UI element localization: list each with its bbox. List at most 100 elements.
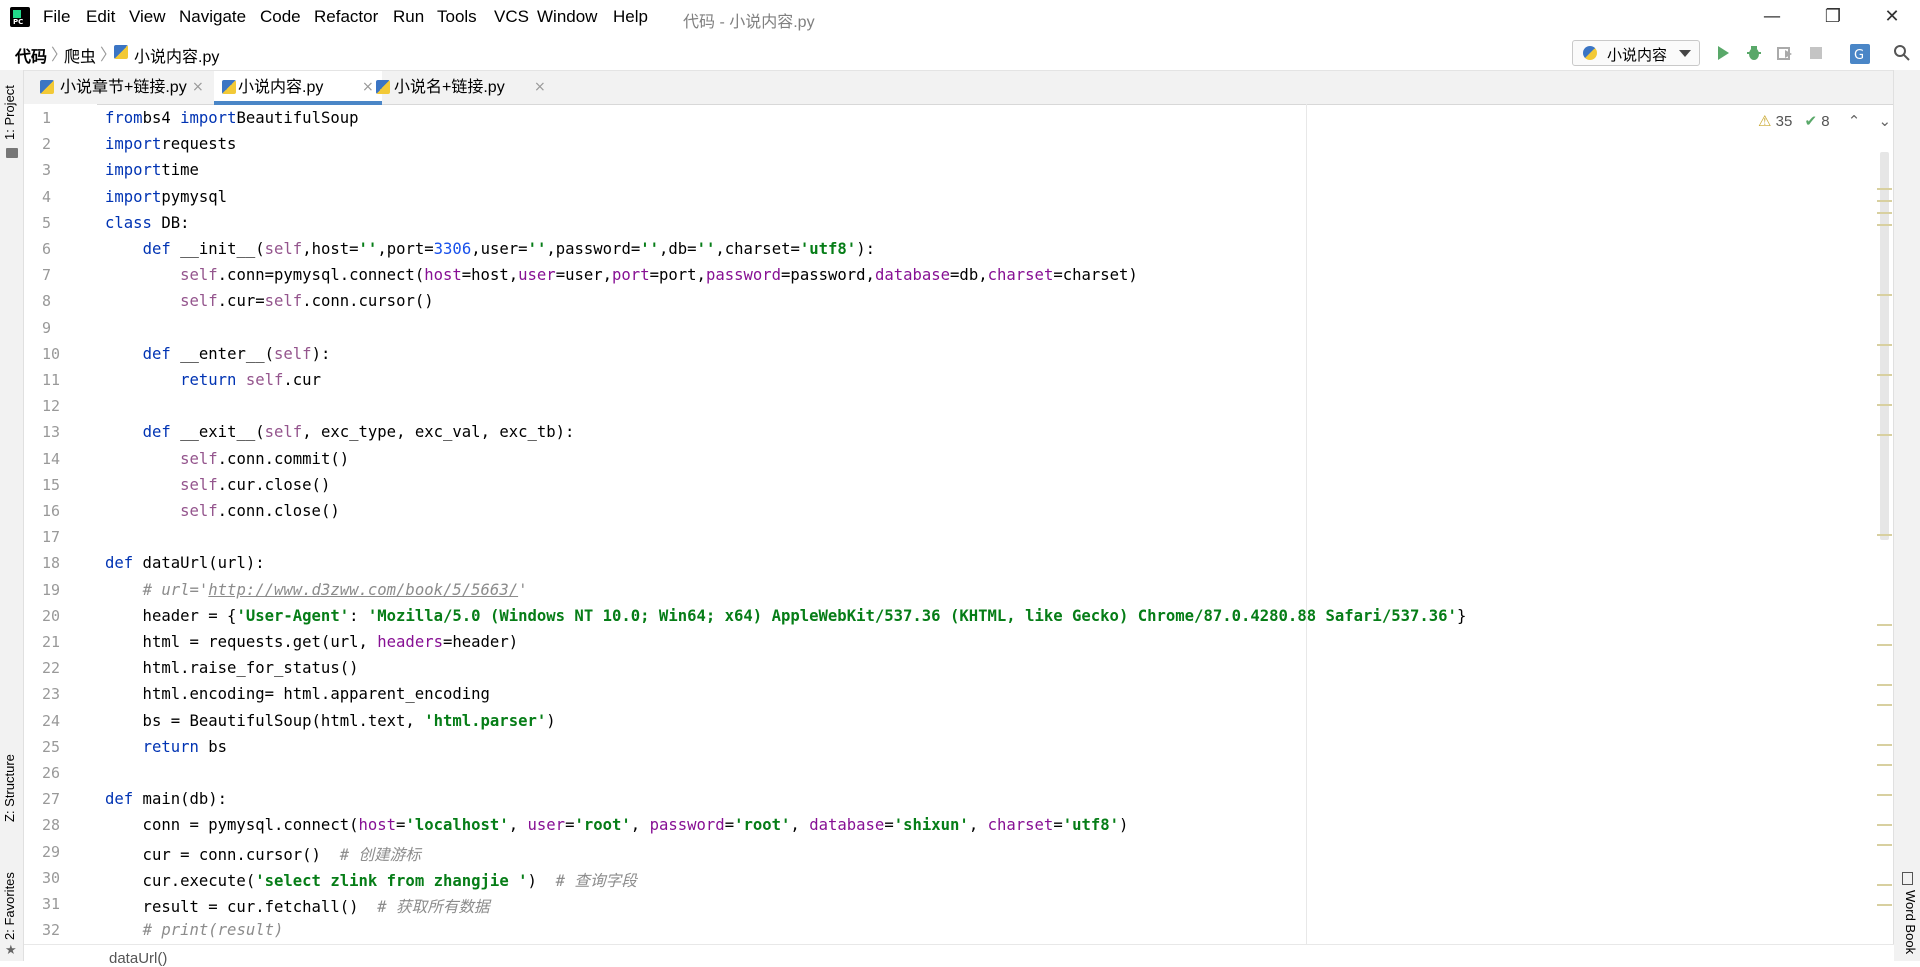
warning-stripe-mark[interactable] <box>1877 374 1892 376</box>
code-token: charset <box>987 266 1054 285</box>
restore-button[interactable]: ❐ <box>1813 4 1853 30</box>
code-line: return self.cur <box>105 371 321 389</box>
code-token: self <box>180 502 218 520</box>
menu-edit[interactable]: Edit <box>86 7 115 27</box>
debug-icon[interactable] <box>1745 44 1763 62</box>
word-book-tool-button[interactable]: Word Book <box>1903 890 1918 954</box>
run-icon[interactable] <box>1714 44 1732 62</box>
code-token: , exc_type, exc_val, exc_tb): <box>302 423 575 442</box>
function-breadcrumb[interactable]: dataUrl() <box>109 950 167 967</box>
menu-window[interactable]: Window <box>537 7 597 27</box>
code-line: html.encoding= html.apparent_encoding <box>105 685 490 703</box>
translate-icon[interactable]: G <box>1850 44 1870 64</box>
project-tool-button[interactable]: 1: Project <box>2 85 17 140</box>
warning-stripe-mark[interactable] <box>1877 644 1892 646</box>
code-token: .conn.cursor() <box>302 292 434 311</box>
code-line: def __init__(self,host='',port=3306,user… <box>105 240 875 258</box>
run-configuration-select[interactable]: 小说内容 <box>1572 40 1700 66</box>
warning-stripe-mark[interactable] <box>1877 794 1892 796</box>
code-token: 'shixun' <box>893 816 969 835</box>
line-number: 5 <box>42 213 52 232</box>
warning-stripe-mark[interactable] <box>1877 212 1892 214</box>
line-number: 15 <box>42 475 61 494</box>
menu-tools[interactable]: Tools <box>437 7 477 27</box>
code-token: database <box>874 266 951 285</box>
minimize-button[interactable]: — <box>1752 4 1792 30</box>
menu-run[interactable]: Run <box>393 7 424 27</box>
warning-stripe-mark[interactable] <box>1877 704 1892 706</box>
python-file-icon <box>114 45 128 59</box>
warning-stripe-mark[interactable] <box>1877 188 1892 190</box>
warning-icon: ⚠ <box>1758 113 1772 130</box>
run-with-coverage-icon[interactable] <box>1776 44 1794 62</box>
code-token: =user, <box>555 266 613 285</box>
warning-stripe-mark[interactable] <box>1877 684 1892 686</box>
tab-novel-name-links[interactable]: 小说名+链接.py × <box>372 71 546 104</box>
warning-stripe-mark[interactable] <box>1877 904 1892 906</box>
error-stripe <box>1875 104 1892 944</box>
search-icon[interactable] <box>1893 44 1911 62</box>
previous-highlight-icon[interactable]: ⌃ <box>1848 113 1861 130</box>
code-line: result = cur.fetchall() # 获取所有数据 <box>105 895 490 917</box>
code-token: =port, <box>649 266 706 285</box>
warning-stripe-mark[interactable] <box>1877 344 1892 346</box>
menu-refactor[interactable]: Refactor <box>314 7 378 27</box>
menu-navigate[interactable]: Navigate <box>179 7 246 27</box>
warning-stripe-mark[interactable] <box>1877 534 1892 536</box>
code-token: '' <box>358 240 378 258</box>
favorites-tool-button[interactable]: 2: Favorites <box>2 872 17 940</box>
warning-stripe-mark[interactable] <box>1877 764 1892 766</box>
structure-tool-button[interactable]: Z: Structure <box>2 754 17 822</box>
warning-stripe-mark[interactable] <box>1877 844 1892 846</box>
code-token: 'select zlink from zhangjie ' <box>255 871 528 890</box>
code-token: = <box>1053 816 1063 835</box>
menu-view[interactable]: View <box>129 7 166 27</box>
close-tab-icon[interactable]: × <box>534 71 546 104</box>
tab-chapter-links[interactable]: 小说章节+链接.py × <box>40 71 208 104</box>
python-file-icon <box>376 80 390 94</box>
code-token: ,password= <box>546 240 641 258</box>
warning-stripe-mark[interactable] <box>1877 434 1892 436</box>
warning-stripe-mark[interactable] <box>1877 200 1892 202</box>
code-token: ,db= <box>659 240 697 258</box>
window-title: 代码 - 小说内容.py <box>683 14 815 31</box>
warning-stripe-mark[interactable] <box>1877 824 1892 826</box>
menu-file[interactable]: File <box>43 7 70 27</box>
code-token: self <box>180 449 218 468</box>
breadcrumb-project[interactable]: 代码 <box>15 43 47 67</box>
code-token: 'utf8' <box>1062 816 1120 835</box>
run-configuration-label: 小说内容 <box>1607 47 1668 64</box>
code-token: def <box>105 790 134 809</box>
warning-stripe-mark[interactable] <box>1877 404 1892 406</box>
breadcrumb-folder[interactable]: 爬虫 <box>64 43 96 67</box>
breadcrumb-file[interactable]: 小说内容.py <box>134 43 219 67</box>
code-token: BeautifulSoup <box>236 109 359 127</box>
warning-stripe-mark[interactable] <box>1877 224 1892 226</box>
code-token: ,port= <box>377 240 434 258</box>
stop-icon[interactable] <box>1807 44 1825 62</box>
warning-stripe-mark[interactable] <box>1877 744 1892 746</box>
editor-gutter: 1 2 3 4 5 6 7 8 9 10 11 12 13 14 15 16 17 18 19 20 21 22 23 24 2… <box>24 104 97 944</box>
menu-code[interactable]: Code <box>260 7 301 27</box>
star-icon: ★ <box>5 942 17 957</box>
inspection-widget[interactable]: ⚠ 35 ✔ 8 ⌃ ⌄ <box>1758 112 1891 130</box>
close-tab-icon[interactable]: × <box>192 71 204 104</box>
line-number: 18 <box>42 554 61 573</box>
menu-help[interactable]: Help <box>613 7 648 27</box>
close-window-button[interactable]: ✕ <box>1872 4 1912 30</box>
code-token: = <box>724 816 735 835</box>
code-token: html.encoding= html.apparent_encoding <box>105 685 490 704</box>
code-line: def main(db): <box>105 790 227 808</box>
menu-vcs[interactable]: VCS <box>494 7 529 27</box>
code-line: conn = pymysql.connect(host = 'localhost',… <box>105 816 1129 835</box>
warning-stripe-mark[interactable] <box>1877 624 1892 626</box>
code-editor[interactable]: frombs4 importBeautifulSoup importrequest… <box>98 104 1878 944</box>
warning-stripe-mark[interactable] <box>1877 294 1892 296</box>
warning-count: 35 <box>1775 113 1793 130</box>
warning-stripe-mark[interactable] <box>1877 884 1892 886</box>
python-file-icon <box>222 80 236 94</box>
code-line: cur = conn.cursor() # 创建游标 <box>105 843 421 865</box>
tab-novel-content[interactable]: 小说内容.py × <box>214 71 382 105</box>
